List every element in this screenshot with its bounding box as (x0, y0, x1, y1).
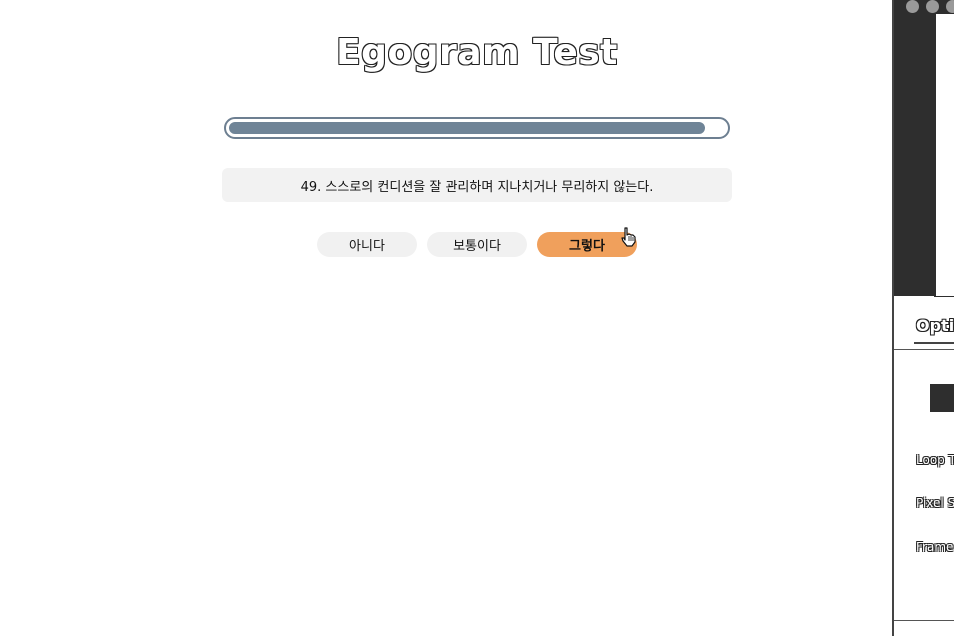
pixel-label: Pixel S (916, 496, 954, 510)
color-swatch[interactable] (930, 384, 954, 412)
hand-cursor-icon (621, 227, 636, 247)
loop-label: Loop T (916, 453, 954, 467)
progress-fill (229, 122, 705, 134)
side-dark-region (894, 14, 934, 296)
answer-neutral-button[interactable]: 보통이다 (427, 232, 527, 257)
side-toolbar (894, 0, 954, 14)
window-dot-icon[interactable] (906, 0, 919, 13)
page-title: Egogram Test (336, 32, 618, 73)
frame-label: Frame (916, 540, 954, 554)
answer-no-button[interactable]: 아니다 (317, 232, 417, 257)
window-dot-icon[interactable] (926, 0, 939, 13)
tab-options[interactable]: Optio (916, 316, 954, 335)
question-text: 49. 스스로의 컨디션을 잘 관리하며 지나치거나 무리하지 않는다. (300, 179, 654, 195)
side-bottom-divider (894, 620, 954, 621)
question-box: 49. 스스로의 컨디션을 잘 관리하며 지나치거나 무리하지 않는다. (222, 168, 732, 202)
side-panel: Optio Loop T Pixel S Frame (892, 0, 954, 636)
answer-group: 아니다 보통이다 그렇다 (317, 232, 637, 257)
window-dot-icon[interactable] (946, 0, 954, 13)
side-preview (934, 14, 954, 297)
side-divider (894, 349, 954, 350)
tab-underline (914, 342, 954, 344)
progress-bar (224, 117, 730, 139)
